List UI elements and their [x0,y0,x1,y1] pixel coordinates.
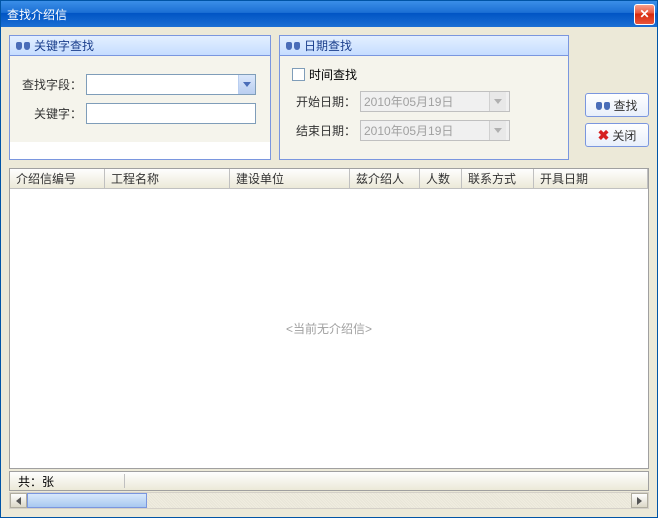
close-icon: ✕ [639,7,649,21]
column-header[interactable]: 联系方式 [462,169,534,188]
table-body: <当前无介绍信> [10,189,648,468]
column-header[interactable]: 人数 [420,169,462,188]
dialog-window: 查找介绍信 ✕ 关键字查找 查找字段： [0,0,658,518]
search-field-combo[interactable] [86,74,256,95]
end-date-picker[interactable]: 2010年05月19日 [360,120,510,141]
triangle-left-icon [16,497,21,505]
horizontal-scrollbar[interactable] [9,492,649,509]
keyword-panel-title: 关键字查找 [34,37,94,54]
binoculars-icon [286,40,300,51]
time-search-checkbox[interactable] [292,68,305,81]
start-date-label: 开始日期： [292,93,356,110]
column-header[interactable]: 兹介绍人 [350,169,420,188]
time-search-label: 时间查找 [309,66,357,83]
scroll-track[interactable] [27,493,631,508]
binoculars-icon [596,100,610,111]
binoculars-icon [16,40,30,51]
status-text: 共：张 [18,473,54,490]
date-dropdown-button[interactable] [489,92,506,111]
column-header[interactable]: 建设单位 [230,169,350,188]
results-table: 介绍信编号 工程名称 建设单位 兹介绍人 人数 联系方式 开具日期 <当前无介绍… [9,168,649,469]
scroll-thumb[interactable] [27,493,147,508]
x-icon: ✖ [598,127,610,144]
keyword-label: 关键字： [22,105,82,122]
column-header[interactable]: 工程名称 [105,169,230,188]
search-button-label: 查找 [613,97,637,114]
close-button-label: 关闭 [612,127,636,144]
end-date-label: 结束日期： [292,122,356,139]
close-button[interactable]: ✖ 关闭 [585,123,649,147]
chevron-down-icon [494,99,502,104]
scroll-right-button[interactable] [631,493,648,508]
chevron-down-icon [494,128,502,133]
search-field-label: 查找字段： [22,76,82,93]
empty-message: <当前无介绍信> [286,320,372,337]
column-header[interactable]: 介绍信编号 [10,169,105,188]
scroll-left-button[interactable] [10,493,27,508]
triangle-right-icon [637,497,642,505]
window-title: 查找介绍信 [7,6,634,23]
titlebar: 查找介绍信 ✕ [1,1,657,27]
combo-dropdown-button[interactable] [238,75,255,94]
date-dropdown-button[interactable] [489,121,506,140]
column-header[interactable]: 开具日期 [534,169,648,188]
keyword-input[interactable] [86,103,256,124]
date-search-panel: 日期查找 时间查找 开始日期： 2010年05月19日 [279,35,569,160]
keyword-search-panel: 关键字查找 查找字段： 关键字： [9,35,271,160]
search-button[interactable]: 查找 [585,93,649,117]
keyword-panel-header: 关键字查找 [10,36,270,56]
date-panel-title: 日期查找 [304,37,352,54]
window-close-button[interactable]: ✕ [634,4,655,25]
status-bar: 共：张 [9,471,649,491]
start-date-picker[interactable]: 2010年05月19日 [360,91,510,112]
table-header: 介绍信编号 工程名称 建设单位 兹介绍人 人数 联系方式 开具日期 [10,169,648,189]
chevron-down-icon [243,82,251,87]
status-separator [124,474,125,488]
date-panel-header: 日期查找 [280,36,568,56]
